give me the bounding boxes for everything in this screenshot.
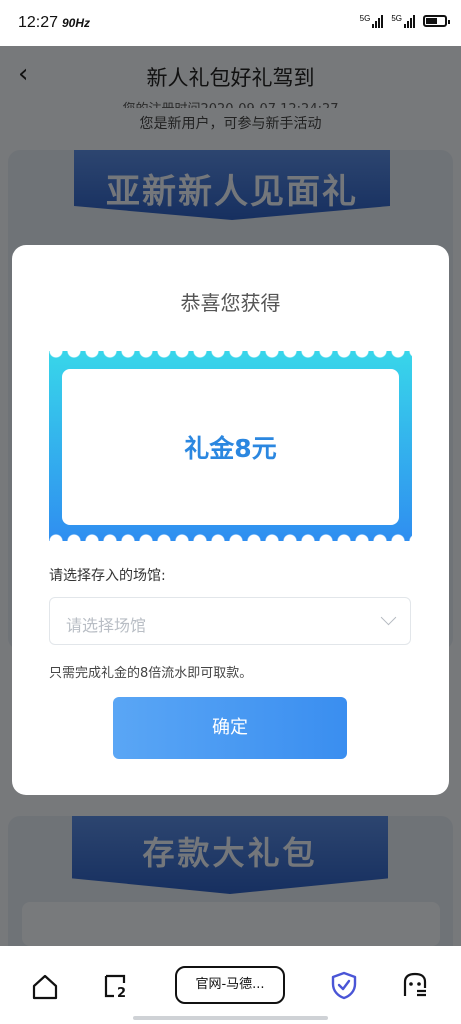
refresh-rate-indicator: 90Hz: [62, 16, 91, 30]
shield-check-icon[interactable]: [329, 970, 359, 1000]
withdraw-note: 只需完成礼金的8倍流水即可取款。: [49, 666, 253, 681]
battery-icon: [423, 15, 450, 27]
ticket-body: 礼金8元: [62, 369, 399, 525]
ticket-edge: [49, 351, 412, 358]
confirm-button[interactable]: 确定: [113, 697, 347, 759]
menu-icon[interactable]: [400, 970, 430, 1000]
venue-select-label: 请选择存入的场馆:: [49, 568, 166, 584]
status-icons: 5G 5G: [360, 14, 450, 28]
tabs-count: 2: [117, 986, 126, 1000]
status-bar: 12:27 90Hz 5G 5G: [0, 0, 461, 46]
tabs-icon[interactable]: 2: [102, 970, 132, 1000]
venue-select-placeholder: 请选择场馆: [66, 616, 147, 635]
signal-icon: 5G: [360, 14, 384, 28]
reward-ticket: 礼金8元: [49, 351, 412, 541]
venue-select[interactable]: 请选择场馆: [49, 597, 411, 645]
browser-bottom-nav: 2 官网-马德...: [0, 946, 461, 1024]
dialog-title: 恭喜您获得: [180, 291, 281, 315]
home-indicator[interactable]: [133, 1016, 328, 1020]
reward-dialog: 恭喜您获得 礼金8元 请选择存入的场馆: 请选择场馆 只需完成礼金的8倍流水即可…: [12, 245, 449, 795]
home-icon[interactable]: [30, 972, 60, 1002]
url-bar[interactable]: 官网-马德...: [175, 966, 285, 1004]
chevron-down-icon: [380, 609, 397, 626]
reward-amount: 礼金8元: [184, 434, 277, 463]
ticket-edge: [49, 534, 412, 541]
signal-icon: 5G: [391, 14, 415, 28]
status-time: 12:27: [18, 14, 59, 31]
